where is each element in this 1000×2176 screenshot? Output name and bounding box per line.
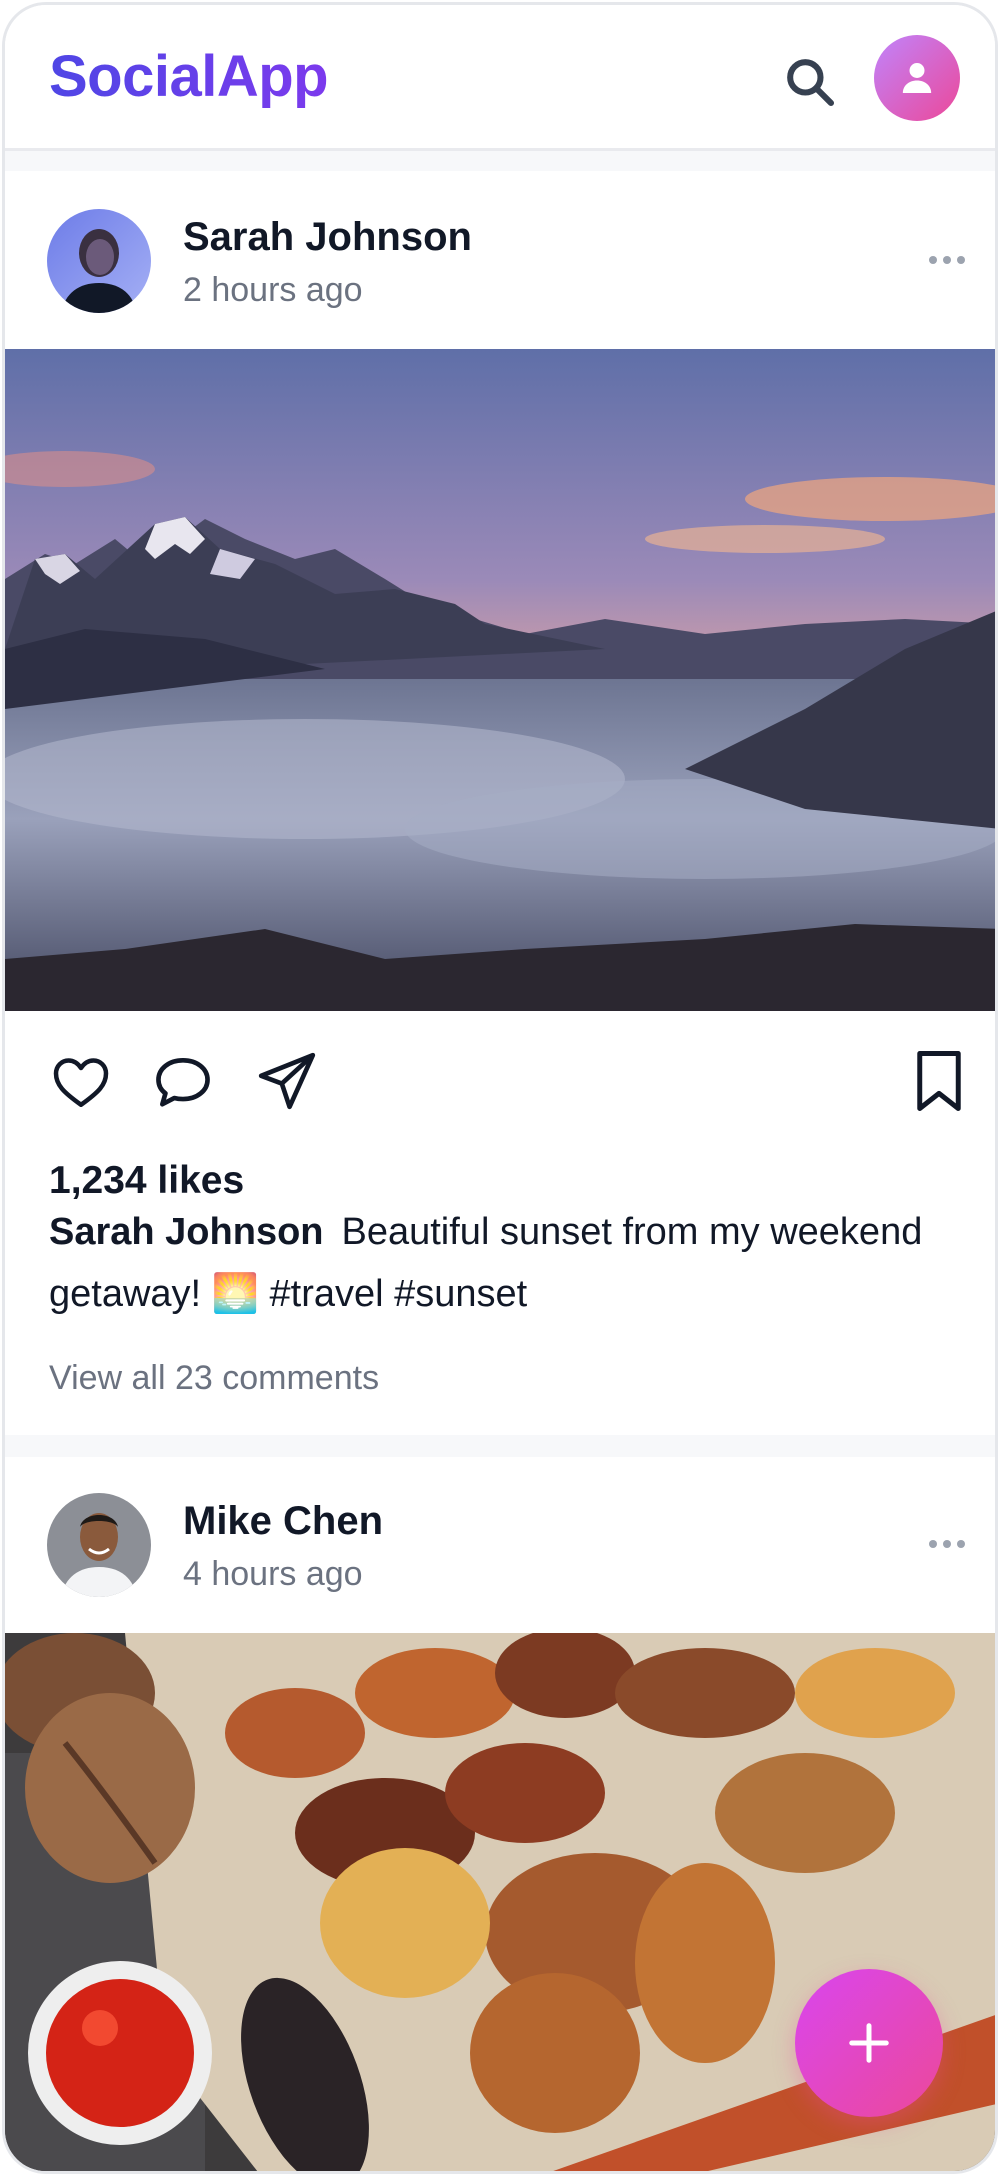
post-author[interactable]: Mike Chen xyxy=(183,1499,383,1544)
create-post-button[interactable] xyxy=(795,1969,943,2117)
post-image[interactable] xyxy=(5,349,995,1011)
profile-button[interactable] xyxy=(874,35,960,121)
top-bar: SocialApp xyxy=(5,5,995,151)
likes-count[interactable]: 1,234 likes xyxy=(49,1159,244,1203)
post-time: 4 hours ago xyxy=(183,1555,363,1593)
view-comments-link[interactable]: View all 23 comments xyxy=(49,1359,379,1398)
dot xyxy=(929,1540,937,1548)
bookmark-button[interactable] xyxy=(907,1045,971,1117)
post-caption: Sarah Johnson Beautiful sunset from my we… xyxy=(49,1201,949,1325)
user-icon xyxy=(902,63,932,93)
share-icon xyxy=(258,1052,316,1110)
more-options-button[interactable] xyxy=(919,245,975,275)
search-button[interactable] xyxy=(778,50,842,114)
feed-gap xyxy=(5,151,995,171)
feed-gap xyxy=(5,1435,995,1457)
like-button[interactable] xyxy=(49,1049,113,1113)
dot xyxy=(929,256,937,264)
avatar[interactable] xyxy=(47,1493,151,1597)
search-icon xyxy=(787,59,835,107)
dot xyxy=(957,256,965,264)
post-time: 2 hours ago xyxy=(183,271,363,309)
comment-icon xyxy=(156,1058,210,1107)
app-logo[interactable]: SocialApp xyxy=(49,43,329,110)
heart-icon xyxy=(53,1058,109,1107)
post-card: Sarah Johnson 2 hours ago 1,234 likes Sa… xyxy=(5,171,995,1435)
bookmark-icon xyxy=(917,1051,961,1111)
plus-icon xyxy=(849,2023,889,2063)
dot xyxy=(943,256,951,264)
share-button[interactable] xyxy=(255,1049,319,1113)
dot xyxy=(957,1540,965,1548)
app-frame: SocialApp Sarah Johnson 2 hours ago 1,23… xyxy=(2,2,998,2174)
more-options-button[interactable] xyxy=(919,1529,975,1559)
post-author[interactable]: Sarah Johnson xyxy=(183,215,472,260)
avatar[interactable] xyxy=(47,209,151,313)
dot xyxy=(943,1540,951,1548)
caption-author[interactable]: Sarah Johnson xyxy=(49,1211,324,1253)
comment-button[interactable] xyxy=(151,1049,215,1113)
